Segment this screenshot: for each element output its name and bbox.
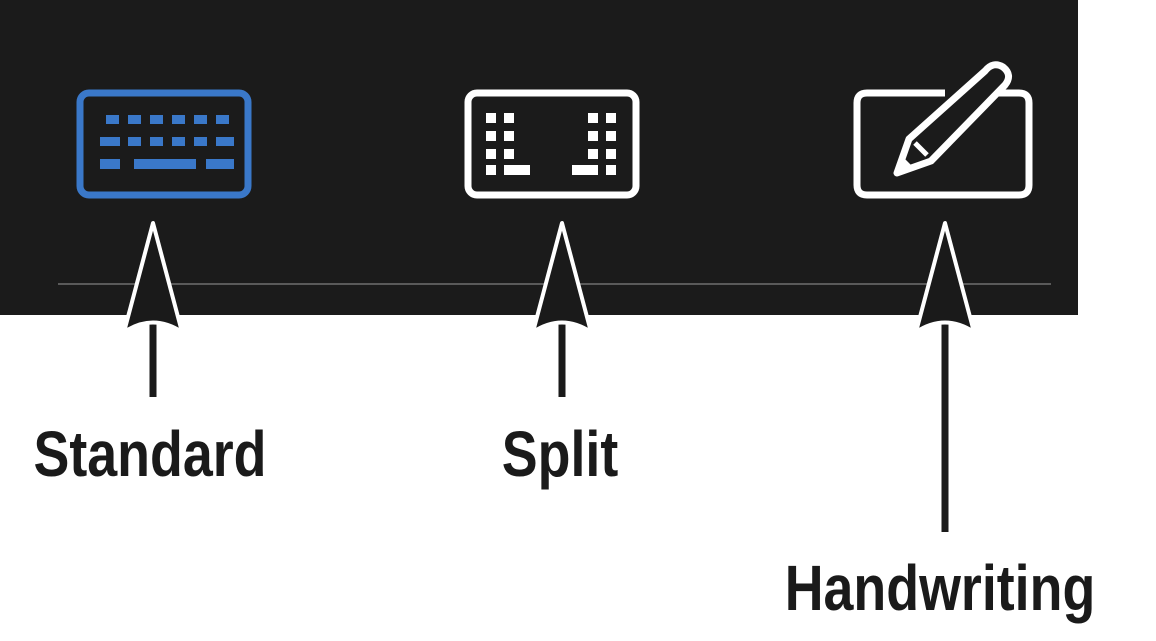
standard-callout-arrow	[122, 221, 184, 397]
handwriting-label: Handwriting	[784, 552, 1096, 624]
split-callout-arrow	[531, 221, 593, 397]
handwriting-callout-arrow	[914, 221, 976, 532]
standard-label: Standard	[33, 418, 267, 490]
callout-arrows	[122, 221, 976, 532]
split-label: Split	[501, 418, 619, 490]
